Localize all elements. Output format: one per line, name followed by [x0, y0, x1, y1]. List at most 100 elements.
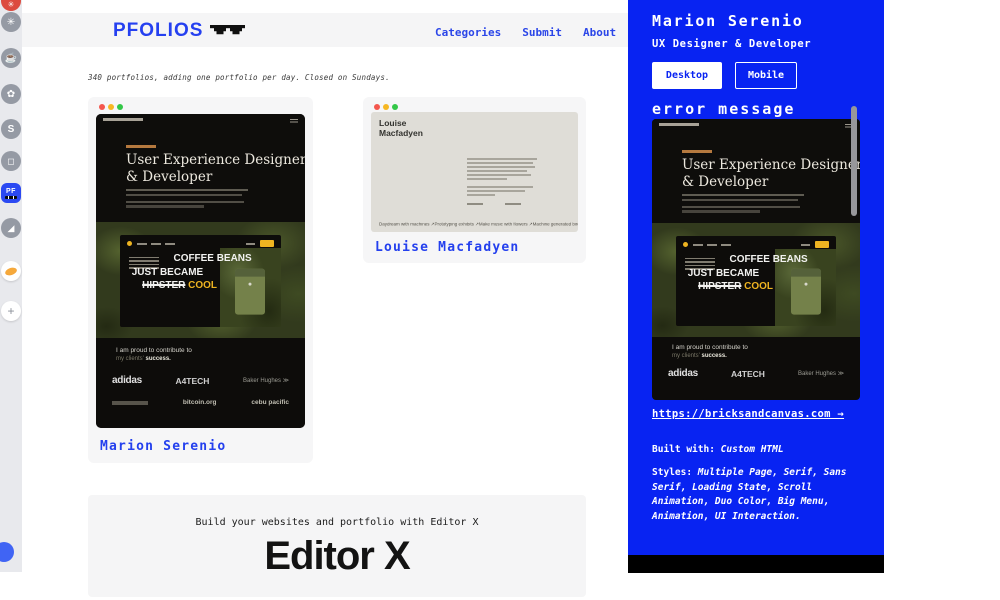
- client-logos-row1: adidas A4TECH Baker Hughes ≫: [96, 375, 305, 386]
- nav-about[interactable]: About: [583, 26, 616, 39]
- bottom-blue-app-icon[interactable]: [0, 542, 14, 562]
- nav-categories[interactable]: Categories: [435, 26, 501, 39]
- baker-hughes-logo: Baker Hughes ≫: [798, 370, 844, 377]
- shot-tagline-bar: [126, 145, 156, 148]
- main-nav: Categories Submit About: [435, 26, 616, 39]
- coffee-nav-bars: [693, 244, 703, 246]
- louise-paragraph-bars: [467, 158, 537, 208]
- contribute-line1: I am proud to contribute to: [116, 347, 305, 354]
- coffee-nav-bars: [137, 243, 147, 245]
- louise-link-1: Daydream with machines ↗: [379, 222, 435, 227]
- nav-submit[interactable]: Submit: [522, 26, 562, 39]
- card-label-louise: Louise Macfadyen: [375, 240, 519, 255]
- portfolio-url-link[interactable]: https://bricksandcanvas.com →: [652, 408, 844, 420]
- mobile-button[interactable]: Mobile: [735, 62, 797, 89]
- panel-subtitle: UX Designer & Developer: [652, 38, 811, 50]
- detail-panel: Marion Serenio UX Designer & Developer D…: [628, 0, 884, 573]
- asterisk-glyph: ✳: [7, 17, 15, 28]
- croissant-icon: [4, 266, 18, 276]
- louise-shot-name: Louise Macfadyen: [379, 118, 423, 138]
- client-logos-row2: bitcoin.org cebu pacific: [96, 399, 305, 406]
- adidas-logo: adidas: [668, 368, 698, 379]
- marion-portfolio-screenshot: User Experience Designer & Developer: [96, 114, 305, 428]
- louise-link-3: Make music with flowers ↗: [479, 222, 533, 227]
- pinned-red-glyph: ✳: [8, 0, 15, 9]
- coffee-cta-button: [815, 241, 829, 248]
- pfolios-app-icon[interactable]: PF: [1, 183, 21, 203]
- plus-icon: +: [7, 304, 14, 318]
- styles-row: Styles: Multiple Page, Serif, Sans Serif…: [652, 466, 870, 525]
- panel-title: Marion Serenio: [652, 12, 804, 30]
- palette-glyph: ✿: [7, 89, 15, 100]
- device-toggle: Desktop Mobile: [652, 62, 797, 89]
- site-logo-text: PFOLIOS: [113, 20, 203, 42]
- preview-paragraph-bars: [682, 194, 804, 215]
- window-dots: [99, 104, 123, 110]
- portfolio-card-marion[interactable]: User Experience Designer & Developer: [88, 97, 313, 463]
- shot-heading: User Experience Designer & Developer: [126, 152, 305, 185]
- site-logo[interactable]: PFOLIOS: [113, 20, 246, 42]
- mountain-glyph: ◢: [8, 223, 15, 234]
- built-with-label: Built with:: [652, 444, 715, 455]
- preview-brand-bar: [659, 123, 699, 126]
- built-with-value: Custom HTML: [721, 444, 784, 455]
- croissant-app-icon[interactable]: [1, 261, 21, 281]
- sunglasses-icon: [210, 25, 246, 37]
- panel-footer-bar: [628, 555, 884, 573]
- a4tech-logo: A4TECH: [731, 369, 765, 379]
- baker-hughes-logo: Baker Hughes ≫: [243, 377, 289, 384]
- preview-tagline-bar: [682, 150, 712, 153]
- built-with-row: Built with: Custom HTML: [652, 444, 870, 455]
- panel-section-label: error message: [652, 100, 795, 118]
- cebu-pacific-logo: cebu pacific: [251, 399, 289, 406]
- coffee-logo-dot: [127, 241, 132, 246]
- shot-coffee-section: COFFEE BEANS JUST BECAME HIPSTER COOL: [96, 222, 305, 338]
- shot-clients-section: I am proud to contribute to my clients' …: [96, 338, 305, 428]
- site-tagline: 340 portfolios, adding one portfolio per…: [88, 73, 390, 82]
- portfolio-card-louise[interactable]: Louise Macfadyen Daydream with machines …: [363, 97, 586, 263]
- pf-glyph: PF: [6, 188, 16, 195]
- browser-dock: ✳ ✳ ☕ ✿ S ◻ PF ◢ +: [0, 0, 22, 572]
- shot-hero-section: User Experience Designer & Developer: [96, 114, 305, 222]
- window-dot-green: [117, 104, 123, 110]
- pfolios-page: ✳ ✳ ☕ ✿ S ◻ PF ◢ + PFOLIOS Categories Su…: [0, 0, 1000, 600]
- pinned-red-app-icon[interactable]: ✳: [1, 0, 21, 11]
- window-dot-yellow: [383, 104, 389, 110]
- editorx-logo: Editor X: [88, 536, 586, 576]
- a4tech-logo: A4TECH: [175, 376, 209, 386]
- preview-coffee-section: COFFEE BEANS JUST BECAME HIPSTER COOL: [652, 223, 860, 337]
- asterisk-app-icon[interactable]: ✳: [1, 12, 21, 32]
- shot-paragraph-bars: [126, 189, 248, 210]
- add-app-icon[interactable]: +: [1, 301, 21, 321]
- editorx-promo-card[interactable]: Build your websites and portfolio with E…: [88, 495, 586, 597]
- coffee-cta-button: [260, 240, 274, 247]
- editorx-tagline: Build your websites and portfolio with E…: [88, 517, 586, 528]
- window-dot-red: [374, 104, 380, 110]
- desktop-button[interactable]: Desktop: [652, 62, 722, 89]
- coffee-logo-dot: [683, 242, 688, 247]
- contribute-line1: I am proud to contribute to: [672, 344, 860, 351]
- preview-heading: User Experience Designer & Developer: [682, 157, 860, 190]
- preview-hero-section: User Experience Designer & Developer: [652, 119, 860, 223]
- pf-sunglasses-icon: [5, 196, 17, 199]
- preview-scrollbar[interactable]: [851, 106, 857, 216]
- palette-app-icon[interactable]: ✿: [1, 84, 21, 104]
- cup-app-icon[interactable]: ☕: [1, 48, 21, 68]
- frame-app-icon[interactable]: ◻: [1, 151, 21, 171]
- s-app-icon[interactable]: S: [1, 119, 21, 139]
- coffee-browser-window: COFFEE BEANS JUST BECAME HIPSTER COOL: [676, 236, 836, 326]
- bitcoin-logo: bitcoin.org: [183, 399, 217, 406]
- louise-link-2: Prototyping exhibits ↗: [435, 222, 479, 227]
- window-dot-red: [99, 104, 105, 110]
- coffee-browser-window: COFFEE BEANS JUST BECAME HIPSTER COOL: [120, 235, 281, 327]
- coffee-headline: COFFEE BEANS JUST BECAME HIPSTER COOL: [682, 253, 834, 294]
- mountain-app-icon[interactable]: ◢: [1, 218, 21, 238]
- window-dots: [374, 104, 398, 110]
- hamburger-icon: [290, 119, 298, 120]
- window-dot-yellow: [108, 104, 114, 110]
- coffee-nav-right-bar: [801, 244, 810, 246]
- card-label-marion: Marion Serenio: [100, 439, 226, 454]
- frame-glyph: ◻: [7, 156, 14, 167]
- coffee-nav-right-bar: [246, 243, 255, 245]
- s-glyph: S: [8, 124, 15, 135]
